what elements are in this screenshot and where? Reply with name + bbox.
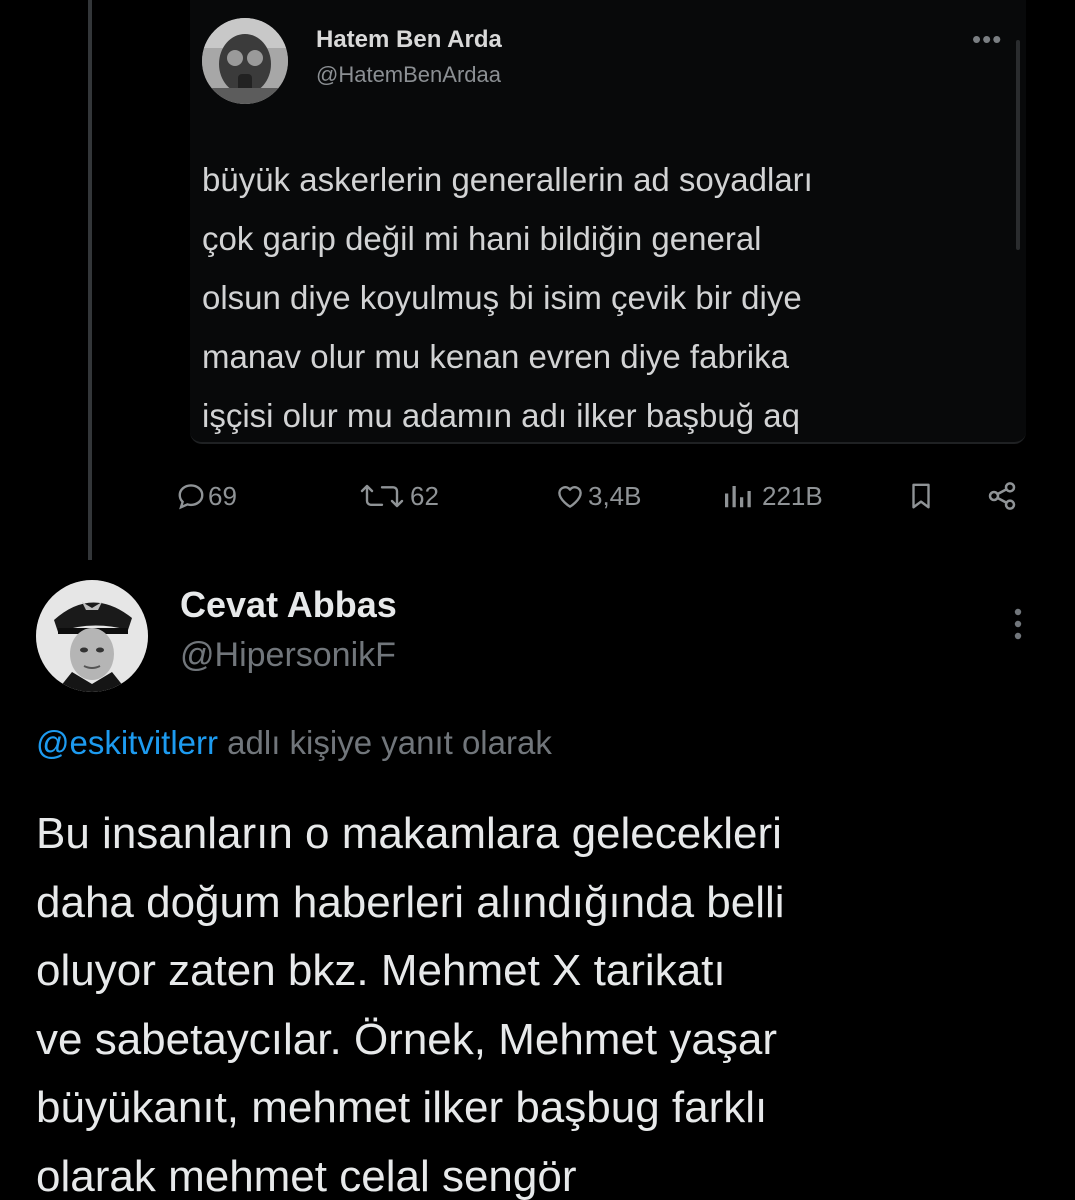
scrollbar[interactable] — [1016, 40, 1020, 250]
author-handle[interactable]: @HatemBenArdaa — [316, 62, 501, 88]
reply-icon — [178, 484, 204, 510]
retweet-button[interactable]: 62 — [356, 474, 439, 518]
reply-button[interactable]: 69 — [176, 474, 237, 518]
tweet-text: büyük askerlerin generallerin ad soyadla… — [202, 161, 813, 434]
bookmark-icon — [912, 483, 930, 509]
replying-to-line: @eskitvitlerr adlı kişiye yanıt olarak — [36, 724, 552, 762]
screenshot-page: Hatem Ben Arda @HatemBenArdaa ••• büyük … — [0, 0, 1075, 1200]
reply-to-suffix: adlı kişiye yanıt olarak — [218, 724, 552, 761]
reply-count: 69 — [208, 480, 237, 511]
bookmark-button[interactable] — [906, 474, 936, 518]
avatar[interactable] — [202, 18, 288, 104]
more-options-button[interactable] — [1008, 604, 1028, 644]
officer-avatar-icon — [36, 580, 148, 692]
share-button[interactable] — [984, 474, 1020, 518]
retweet-icon — [360, 484, 404, 508]
more-vertical-icon — [1014, 608, 1022, 640]
more-options-icon[interactable]: ••• — [972, 24, 1002, 55]
like-icon — [558, 486, 582, 508]
author-name[interactable]: Hatem Ben Arda — [316, 26, 502, 54]
avatar[interactable] — [36, 580, 148, 692]
views-button[interactable]: 221B — [720, 474, 823, 518]
share-icon — [988, 482, 1016, 510]
author-handle[interactable]: @HipersonikF — [180, 636, 396, 675]
tweet-text: Bu insanların o makamlara gelecekleri da… — [36, 809, 785, 1200]
retweet-count: 62 — [410, 480, 439, 511]
view-count: 221B — [762, 480, 823, 511]
quoted-tweet-card[interactable]: Hatem Ben Arda @HatemBenArdaa ••• büyük … — [190, 0, 1026, 444]
like-button[interactable]: 3,4B — [554, 474, 642, 518]
views-icon — [725, 486, 751, 508]
like-count: 3,4B — [588, 480, 642, 511]
gas-mask-avatar-icon — [202, 18, 288, 104]
reply-mention-link[interactable]: @eskitvitlerr — [36, 724, 218, 761]
tweet-action-bar: 69 62 3,4B 221B — [0, 474, 1075, 518]
author-name[interactable]: Cevat Abbas — [180, 584, 397, 626]
